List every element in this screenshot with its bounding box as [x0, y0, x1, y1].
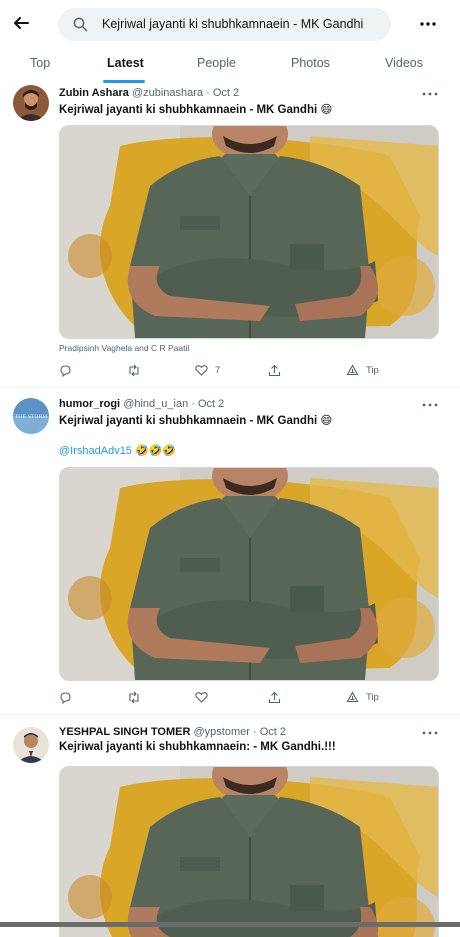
tip-label: Tip [366, 364, 379, 376]
avatar[interactable] [13, 85, 49, 121]
search-query: Kejriwal jayanti ki shubhkamnaein - MK G… [102, 17, 364, 31]
like-button[interactable]: 7 [195, 361, 220, 379]
tweet-meta: YESHPAL SINGH TOMER @ypstomer · Oct 2 [59, 726, 286, 738]
tweet-date[interactable]: Oct 2 [213, 87, 239, 99]
mention-link[interactable]: @IrshadAdv15 [59, 445, 132, 457]
tweet-image[interactable] [59, 125, 439, 339]
tweet-item[interactable]: YESHPAL SINGH TOMER @ypstomer · Oct 2 Ke… [0, 715, 460, 937]
author-name[interactable]: YESHPAL SINGH TOMER [59, 726, 190, 738]
image-caption[interactable]: Pradipsinh Vaghela and C R Paatil [59, 343, 189, 353]
tweet-actions: 7 Tip [59, 361, 437, 379]
separator: · [252, 726, 257, 738]
tip-icon [346, 691, 359, 703]
tip-button[interactable]: Tip [346, 688, 379, 706]
tweet-meta: Zubin Ashara @zubinashara · Oct 2 [59, 87, 239, 99]
window-edge [0, 922, 460, 927]
tip-icon [346, 364, 359, 376]
separator: · [191, 398, 195, 410]
tab-people[interactable]: People [197, 56, 236, 70]
retweet-button[interactable] [127, 688, 141, 706]
retweet-icon [129, 691, 139, 703]
avatar[interactable]: THE STORM [13, 398, 49, 434]
author-name[interactable]: humor_rogi [59, 398, 120, 410]
tweet-item[interactable]: Zubin Ashara @zubinashara · Oct 2 Kejriw… [0, 84, 460, 388]
avatar-text: THE STORM [15, 414, 48, 420]
tweet-date[interactable]: Oct 2 [260, 726, 286, 738]
tweet-date[interactable]: Oct 2 [198, 398, 224, 410]
reply-button[interactable] [59, 361, 72, 379]
share-icon [268, 364, 281, 376]
share-button[interactable] [268, 361, 281, 379]
tweet-text: Kejriwal jayanti ki shubhkamnaein - MK G… [59, 415, 333, 427]
top-bar: Kejriwal jayanti ki shubhkamnaein - MK G… [0, 0, 460, 50]
tab-photos[interactable]: Photos [291, 56, 330, 70]
author-handle[interactable]: @hind_u_ian [123, 398, 188, 410]
retweet-button[interactable] [127, 361, 141, 379]
tip-button[interactable]: Tip [346, 361, 379, 379]
man-photo [60, 767, 438, 937]
tweet-text: Kejriwal jayanti ki shubhkamnaein - MK G… [59, 104, 333, 116]
author-handle[interactable]: @ypstomer [193, 726, 249, 738]
man-photo [60, 468, 438, 680]
man-photo [60, 126, 438, 338]
share-icon [268, 691, 281, 703]
more-icon[interactable] [421, 90, 439, 98]
tab-latest[interactable]: Latest [107, 56, 144, 70]
reply-icon [60, 691, 71, 704]
like-icon [195, 692, 208, 703]
retweet-icon [129, 364, 139, 376]
back-arrow-icon[interactable] [8, 10, 34, 36]
tweet-actions: Tip [59, 688, 437, 706]
mention-emoji: 🤣🤣🤣 [135, 445, 177, 457]
tweet-image[interactable] [59, 766, 439, 937]
reply-button[interactable] [59, 688, 72, 706]
tweet-meta: humor_rogi @hind_u_ian · Oct 2 [59, 398, 224, 410]
search-icon [73, 17, 88, 32]
more-icon[interactable] [421, 729, 439, 737]
more-icon[interactable] [421, 401, 439, 409]
like-button[interactable] [195, 688, 208, 706]
active-tab-indicator [103, 80, 145, 83]
separator: · [206, 87, 210, 99]
reply-icon [60, 364, 71, 377]
author-name[interactable]: Zubin Ashara [59, 87, 129, 99]
more-icon[interactable] [418, 14, 438, 34]
like-icon [195, 365, 208, 376]
author-handle[interactable]: @zubinashara [132, 87, 203, 99]
tweet-item[interactable]: THE STORM humor_rogi @hind_u_ian · Oct 2… [0, 388, 460, 715]
tab-top[interactable]: Top [30, 56, 50, 70]
avatar[interactable] [13, 727, 49, 763]
tweet-image[interactable] [59, 467, 439, 681]
tweet-text: Kejriwal jayanti ki shubhkamnaein: - MK … [59, 741, 336, 753]
share-button[interactable] [268, 688, 281, 706]
search-input[interactable]: Kejriwal jayanti ki shubhkamnaein - MK G… [58, 8, 391, 41]
tab-videos[interactable]: Videos [385, 56, 423, 70]
like-count: 7 [215, 364, 221, 376]
search-tabs: Top Latest People Photos Videos [0, 50, 460, 85]
tweet-mention-line: @IrshadAdv15 🤣🤣🤣 [59, 444, 176, 457]
tip-label: Tip [366, 691, 379, 703]
